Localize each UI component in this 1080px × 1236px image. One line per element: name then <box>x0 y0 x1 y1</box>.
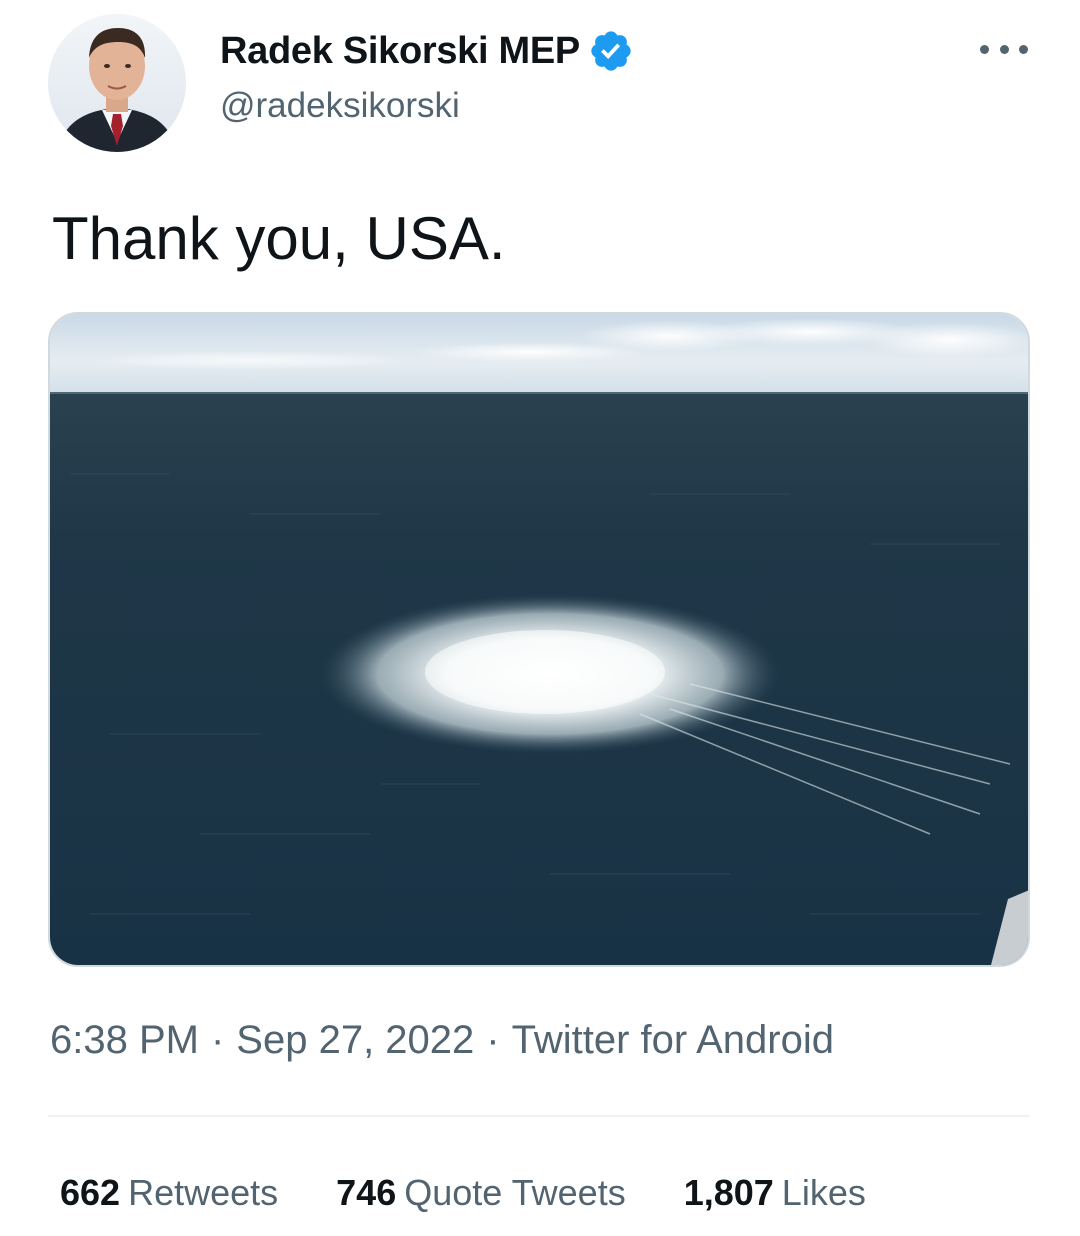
name-row: Radek Sikorski MEP <box>220 26 634 76</box>
quote-tweets-count: 746 <box>336 1172 397 1213</box>
tweet-time[interactable]: 6:38 PM <box>50 1018 199 1062</box>
tweet-meta: 6:38 PM · Sep 27, 2022 · Twitter for Android <box>50 1018 834 1063</box>
dot-icon <box>999 44 1009 54</box>
tweet-text: Thank you, USA. <box>52 205 506 272</box>
tweet-photo[interactable] <box>48 312 1030 967</box>
likes-label: Likes <box>781 1172 866 1213</box>
engagement-stats: 662 Retweets 746 Quote Tweets 1,807 Likes <box>60 1172 924 1214</box>
more-options-icon[interactable] <box>980 34 1028 64</box>
retweets-count: 662 <box>60 1172 121 1213</box>
author-info: Radek Sikorski MEP @radeksikorski <box>220 26 634 126</box>
avatar[interactable] <box>48 14 186 152</box>
tweet-date[interactable]: Sep 27, 2022 <box>236 1018 474 1062</box>
likes-stat[interactable]: 1,807 Likes <box>684 1172 866 1214</box>
separator: · <box>486 1018 500 1062</box>
quote-tweets-label: Quote Tweets <box>404 1172 626 1213</box>
tweet-source[interactable]: Twitter for Android <box>512 1018 834 1062</box>
verified-badge-icon <box>588 28 634 74</box>
retweets-label: Retweets <box>128 1172 279 1213</box>
author-handle[interactable]: @radeksikorski <box>220 86 634 126</box>
separator: · <box>210 1018 225 1062</box>
tweet-card: Radek Sikorski MEP @radeksikorski Thank … <box>0 0 1080 1236</box>
dot-icon <box>1019 44 1028 54</box>
display-name[interactable]: Radek Sikorski MEP <box>220 30 580 73</box>
quote-tweets-stat[interactable]: 746 Quote Tweets <box>336 1172 626 1214</box>
dot-icon <box>980 44 989 54</box>
likes-count: 1,807 <box>683 1172 774 1213</box>
divider <box>48 1115 1030 1117</box>
retweets-stat[interactable]: 662 Retweets <box>60 1172 278 1214</box>
